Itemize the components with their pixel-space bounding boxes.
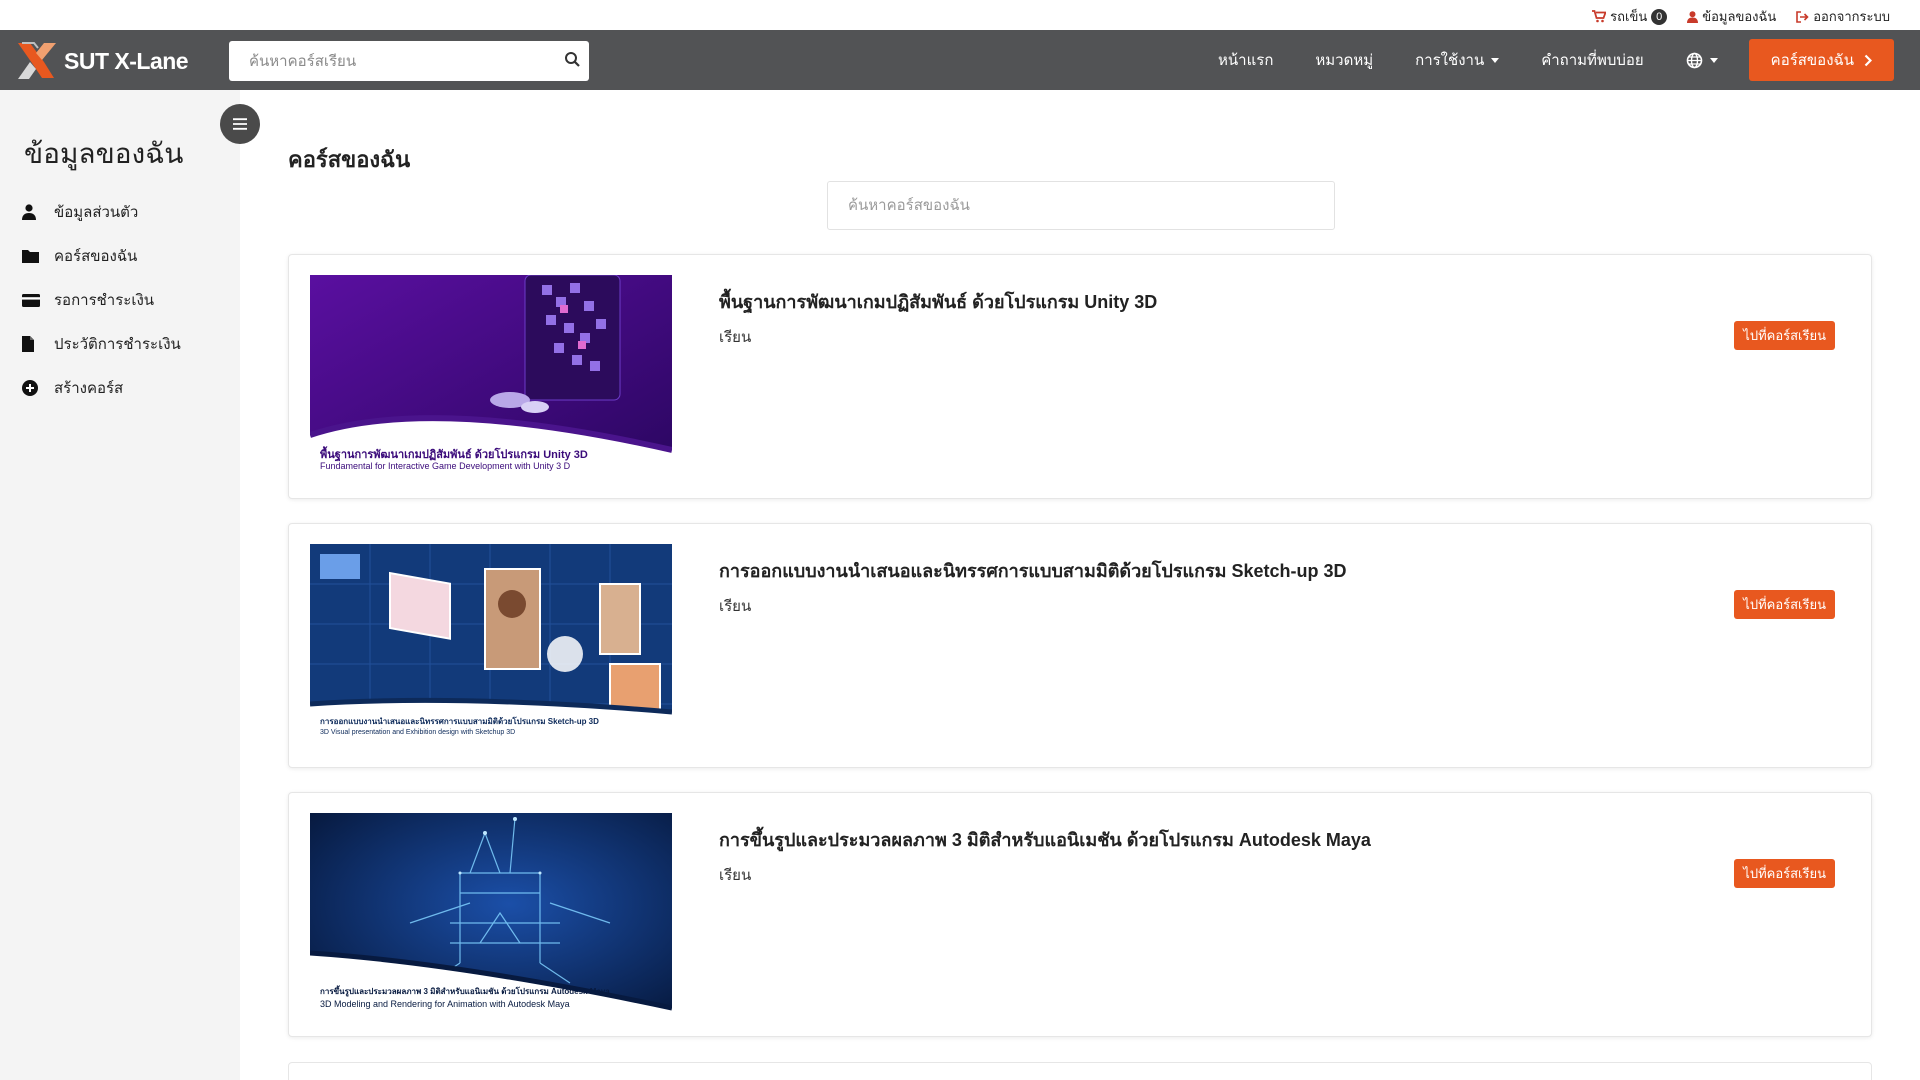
sidebar-item-label: สร้างคอร์ส	[54, 380, 124, 397]
logo-text: SUT X-Lane	[64, 47, 189, 74]
thumbnail-caption-subtitle: 3D Visual presentation and Exhibition de…	[320, 729, 516, 736]
course-thumbnail[interactable]: การออกแบบงานนำเสนอและนิทรรศการแบบสามมิติ…	[310, 544, 672, 746]
nav-links: หน้าแรก หมวดหมู่ การใช้งาน คำถามที่พบบ่อ…	[1197, 39, 1894, 81]
sidebar-item-label: คอร์สของฉัน	[54, 248, 138, 265]
sidebar-menu: ข้อมูลส่วนตัว คอร์สของฉัน รอการชำระเงิน …	[22, 190, 181, 410]
nav-usage-dropdown[interactable]: การใช้งาน	[1394, 48, 1520, 72]
nav-usage-label: การใช้งาน	[1415, 52, 1485, 69]
my-courses-button-label: คอร์สของฉัน	[1770, 52, 1854, 69]
nav-home[interactable]: หน้าแรก	[1197, 48, 1294, 72]
user-icon	[22, 204, 36, 220]
go-to-course-button[interactable]: ไปที่คอร์สเรียน	[1734, 321, 1835, 350]
course-search-box	[229, 41, 589, 81]
profile-link[interactable]: ข้อมูลของฉัน	[1687, 6, 1776, 27]
course-title[interactable]: การออกแบบงานนำเสนอและนิทรรศการแบบสามมิติ…	[719, 556, 1347, 585]
chevron-right-icon	[1864, 54, 1872, 66]
logout-label: ออกจากระบบ	[1813, 9, 1890, 24]
thumbnail-caption-title: การขึ้นรูปและประมวลผลภาพ 3 มิติสำหรับแอน…	[320, 987, 610, 996]
language-dropdown[interactable]	[1665, 52, 1739, 69]
nav-categories-label: หมวดหมู่	[1315, 52, 1374, 69]
sidebar-item-create-course[interactable]: สร้างคอร์ส	[22, 366, 181, 410]
course-status: เรียน	[719, 867, 752, 884]
course-title[interactable]: พื้นฐานการพัฒนาเกมปฏิสัมพันธ์ ด้วยโปรแกร…	[719, 287, 1157, 316]
sidebar-toggle-button[interactable]	[220, 104, 260, 144]
file-icon	[22, 336, 34, 352]
sidebar: ข้อมูลของฉัน ข้อมูลส่วนตัว คอร์สของฉัน ร…	[0, 90, 240, 1080]
credit-card-icon	[22, 293, 40, 307]
folder-icon	[22, 250, 39, 263]
go-to-course-button[interactable]: ไปที่คอร์สเรียน	[1734, 859, 1835, 888]
go-to-course-button[interactable]: ไปที่คอร์สเรียน	[1734, 590, 1835, 619]
my-course-search-box	[827, 181, 1335, 230]
course-card: พื้นฐานการพัฒนาเกมปฏิสัมพันธ์ ด้วยโปรแกร…	[288, 254, 1872, 499]
course-card: การขึ้นรูปและประมวลผลภาพ 3 มิติสำหรับแอน…	[288, 792, 1872, 1037]
course-status: เรียน	[719, 329, 752, 346]
course-thumbnail[interactable]: พื้นฐานการพัฒนาเกมปฏิสัมพันธ์ ด้วยโปรแกร…	[310, 275, 672, 477]
sidebar-title: ข้อมูลของฉัน	[24, 138, 184, 169]
course-title[interactable]: การขึ้นรูปและประมวลผลภาพ 3 มิติสำหรับแอน…	[719, 825, 1371, 854]
main-content: คอร์สของฉัน ค้นหาคอร์สของฉัน พื้นฐานการพ…	[240, 90, 1920, 1080]
globe-icon	[1686, 52, 1702, 68]
caret-down-icon	[1709, 57, 1718, 63]
main-navbar: SUT X-Lane หน้าแรก หมวดหมู่ การใช้งาน คำ…	[0, 30, 1920, 90]
nav-home-label: หน้าแรก	[1218, 52, 1274, 69]
sidebar-item-profile[interactable]: ข้อมูลส่วนตัว	[22, 190, 181, 234]
sidebar-item-pending-payment[interactable]: รอการชำระเงิน	[22, 278, 181, 322]
page-title: คอร์สของฉัน	[288, 147, 411, 172]
thumbnail-caption-subtitle: Fundamental for Interactive Game Develop…	[320, 461, 571, 471]
caret-down-icon	[1491, 57, 1500, 63]
course-card-partial	[288, 1062, 1872, 1080]
plus-circle-icon	[22, 380, 38, 396]
cart-link[interactable]: รถเข็น 0	[1592, 6, 1668, 27]
sidebar-item-my-courses[interactable]: คอร์สของฉัน	[22, 234, 181, 278]
sidebar-item-label: รอการชำระเงิน	[54, 292, 155, 309]
course-search-input[interactable]	[229, 41, 589, 81]
sign-out-icon	[1796, 10, 1809, 23]
sidebar-item-label: ประวัติการชำระเงิน	[54, 336, 181, 353]
cart-label: รถเข็น	[1610, 9, 1648, 24]
profile-label: ข้อมูลของฉัน	[1702, 9, 1777, 24]
my-courses-button[interactable]: คอร์สของฉัน	[1748, 39, 1894, 81]
logout-link[interactable]: ออกจากระบบ	[1796, 6, 1890, 27]
sidebar-item-label: ข้อมูลส่วนตัว	[54, 204, 139, 221]
cart-count-badge: 0	[1651, 8, 1668, 25]
logo[interactable]: SUT X-Lane	[16, 40, 189, 82]
nav-faq[interactable]: คำถามที่พบบ่อย	[1520, 48, 1664, 72]
utility-bar: รถเข็น 0 ข้อมูลของฉัน ออกจากระบบ	[0, 0, 1920, 30]
x-lane-logo-icon	[18, 42, 56, 79]
nav-faq-label: คำถามที่พบบ่อย	[1541, 52, 1644, 69]
nav-categories[interactable]: หมวดหมู่	[1294, 48, 1394, 72]
search-button[interactable]	[564, 51, 581, 73]
user-icon	[1687, 10, 1699, 23]
thumbnail-caption-subtitle: 3D Modeling and Rendering for Animation …	[320, 999, 570, 1009]
thumbnail-caption-title: การออกแบบงานนำเสนอและนิทรรศการแบบสามมิติ…	[320, 717, 599, 726]
sidebar-item-payment-history[interactable]: ประวัติการชำระเงิน	[22, 322, 181, 366]
hamburger-menu-icon	[233, 118, 247, 130]
course-status: เรียน	[719, 598, 752, 615]
course-thumbnail[interactable]: การขึ้นรูปและประมวลผลภาพ 3 มิติสำหรับแอน…	[310, 813, 672, 1015]
course-card: การออกแบบงานนำเสนอและนิทรรศการแบบสามมิติ…	[288, 523, 1872, 768]
cart-icon	[1592, 10, 1607, 23]
search-icon	[565, 52, 580, 67]
my-course-search-input[interactable]	[828, 182, 1334, 229]
